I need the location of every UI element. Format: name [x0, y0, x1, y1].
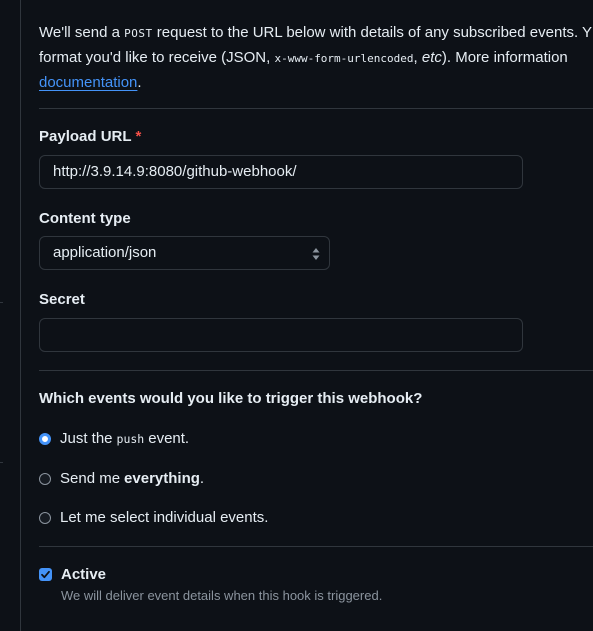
- radio-everything[interactable]: Send me everything.: [39, 470, 204, 487]
- payload-url-label: Payload URL *: [39, 128, 142, 145]
- form-urlencoded-code: x-www-form-urlencoded: [274, 52, 414, 65]
- active-checkbox-row[interactable]: Active: [39, 566, 106, 583]
- radio-push-event[interactable]: Just the push event.: [39, 430, 189, 447]
- radio-unchecked-icon[interactable]: [39, 472, 51, 485]
- push-code: push: [116, 431, 145, 446]
- intro-text: We'll send a POST request to the URL bel…: [39, 24, 593, 91]
- divider: [39, 546, 593, 547]
- secret-label: Secret: [39, 291, 85, 308]
- content-type-select[interactable]: application/json: [39, 236, 330, 270]
- radio-unchecked-icon[interactable]: [39, 511, 51, 524]
- divider: [39, 108, 593, 109]
- radio-checked-icon[interactable]: [39, 432, 51, 445]
- active-label: Active: [61, 566, 107, 583]
- events-question: Which events would you like to trigger t…: [39, 390, 423, 407]
- content-type-label: Content type: [39, 210, 131, 227]
- side-divider-tick: [0, 302, 3, 303]
- radio-select-individual[interactable]: Let me select individual events.: [39, 509, 268, 526]
- secret-input[interactable]: [39, 318, 523, 352]
- select-arrows-icon: [312, 248, 320, 260]
- required-mark: *: [135, 128, 142, 145]
- post-code: POST: [124, 27, 153, 40]
- documentation-link[interactable]: documentation: [39, 74, 137, 91]
- side-divider-tick: [0, 462, 3, 463]
- checkbox-checked-icon[interactable]: [39, 568, 52, 581]
- divider: [39, 370, 593, 371]
- active-hint: We will deliver event details when this …: [61, 588, 383, 603]
- payload-url-input[interactable]: http://3.9.14.9:8080/github-webhook/: [39, 155, 523, 189]
